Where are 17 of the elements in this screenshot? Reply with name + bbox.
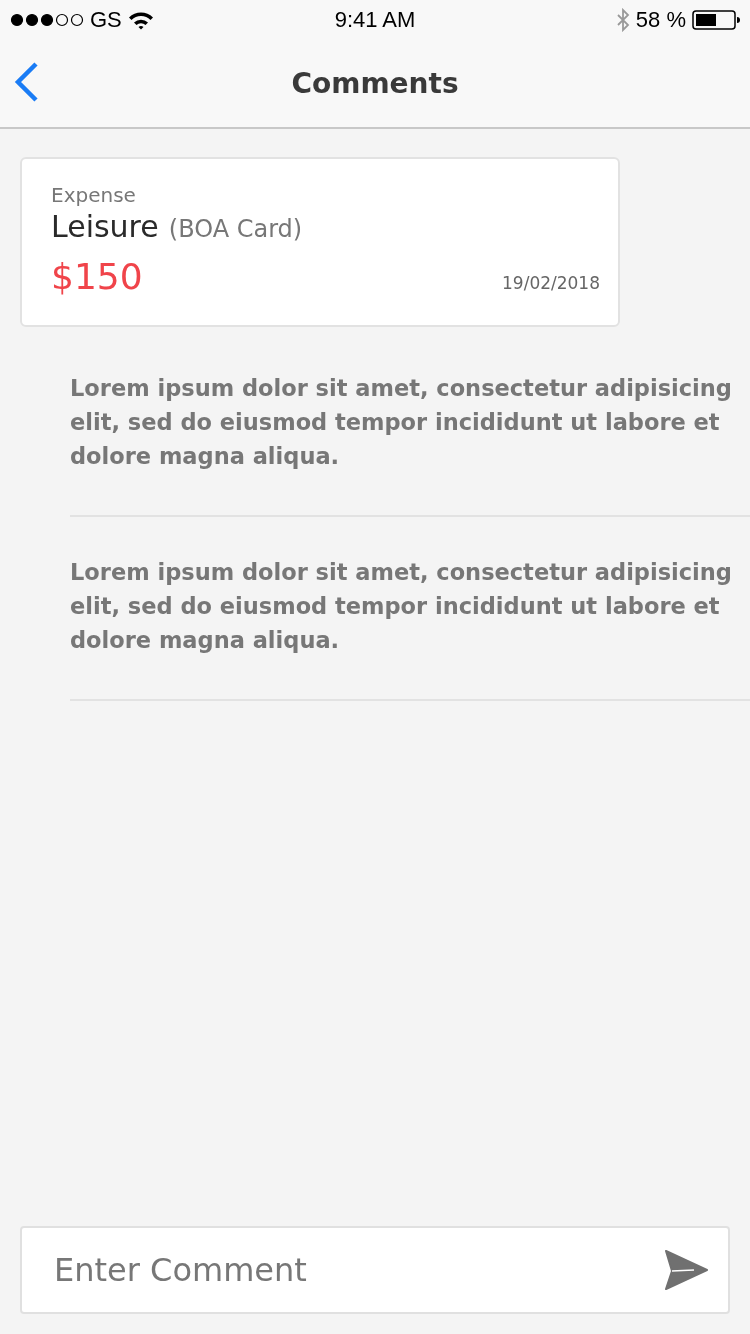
- bluetooth-icon: [615, 8, 630, 32]
- expense-amount: $150: [51, 256, 143, 297]
- expense-label: Expense: [51, 183, 136, 207]
- comment-field[interactable]: Enter Comment: [20, 1226, 730, 1314]
- carrier-name: GS: [90, 7, 122, 33]
- wifi-icon: [127, 10, 154, 30]
- expense-category: Leisure: [51, 209, 159, 244]
- comment-text: Lorem ipsum dolor sit amet, consectetur adipisicing elit, sed do eiusmod tempor incididunt ut labore et dolore magna aliqua.: [70, 558, 733, 655]
- battery-icon: [692, 10, 740, 30]
- screen-title: Comments: [291, 67, 459, 100]
- account-name: (BOA Card): [168, 215, 303, 243]
- expense-date: 19/02/2018: [502, 273, 600, 293]
- send-icon[interactable]: [664, 1250, 708, 1290]
- comment-text: Lorem ipsum dolor sit amet, consectetur adipisicing elit, sed do eiusmod tempor incididunt ut labore et dolore magna aliqua.: [70, 374, 733, 471]
- clock-time: 9:41 AM: [334, 7, 416, 33]
- signal-icon: [10, 13, 84, 27]
- battery-percent: 58 %: [635, 7, 686, 33]
